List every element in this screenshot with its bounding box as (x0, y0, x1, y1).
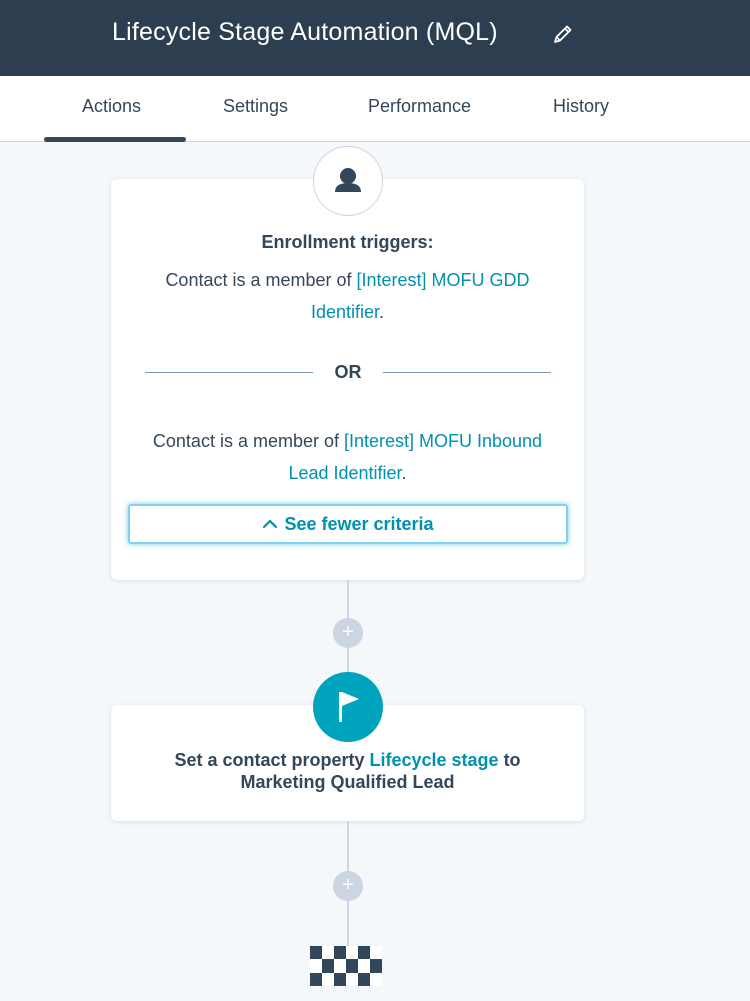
person-icon (335, 168, 361, 192)
see-fewer-criteria-button[interactable]: See fewer criteria (128, 504, 568, 544)
criteria-link[interactable]: [Interest] MOFU Inbound (344, 431, 542, 451)
action-description: Set a contact property Lifecycle stage t… (111, 749, 584, 793)
action-value: Marketing Qualified Lead (240, 772, 455, 792)
property-link[interactable]: Lifecycle stage (369, 750, 498, 770)
action-icon-badge (313, 672, 383, 742)
criteria-link-cont[interactable]: Identifier (311, 302, 379, 322)
enrollment-icon-badge (313, 146, 383, 216)
active-tab-indicator (44, 137, 186, 142)
criteria-text: Contact is a member of (152, 431, 344, 451)
enrollment-heading: Enrollment triggers: (261, 232, 434, 252)
or-divider-left (145, 372, 313, 373)
criteria-suffix: . (379, 302, 385, 322)
add-action-button[interactable]: + (333, 618, 363, 648)
tab-bar: Actions Settings Performance History (0, 76, 750, 142)
criteria-link-cont[interactable]: Lead Identifier (288, 463, 401, 483)
tab-settings[interactable]: Settings (223, 96, 288, 117)
criteria-link[interactable]: [Interest] MOFU GDD (357, 270, 530, 290)
flag-icon (339, 692, 359, 722)
criteria-item: Contact is a member of [Interest] MOFU G… (111, 264, 584, 328)
tab-performance[interactable]: Performance (368, 96, 471, 117)
or-divider-right (383, 372, 551, 373)
add-action-button[interactable]: + (333, 871, 363, 901)
tab-history[interactable]: History (553, 96, 609, 117)
workflow-title: Lifecycle Stage Automation (MQL) (112, 18, 498, 46)
see-fewer-criteria-label: See fewer criteria (284, 514, 434, 534)
criteria-text: Contact is a member of (165, 270, 357, 290)
criteria-suffix: . (401, 463, 407, 483)
or-label: OR (334, 362, 362, 382)
pencil-icon[interactable] (551, 22, 575, 46)
action-text-suffix: to (498, 750, 521, 770)
action-text: Set a contact property (174, 750, 370, 770)
chevron-up-icon (263, 519, 278, 528)
workflow-header: Lifecycle Stage Automation (MQL) (0, 0, 750, 76)
criteria-item: Contact is a member of [Interest] MOFU I… (111, 425, 584, 489)
checkered-flag-icon (310, 946, 382, 986)
tab-actions[interactable]: Actions (82, 96, 141, 117)
